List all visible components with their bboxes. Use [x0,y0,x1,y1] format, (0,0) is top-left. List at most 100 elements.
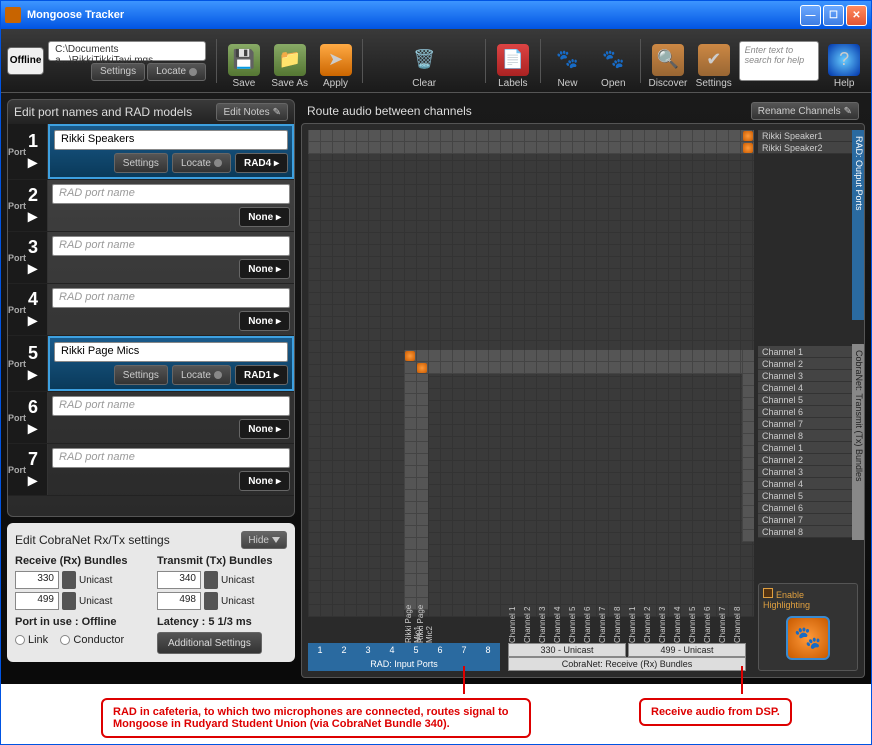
settings-button[interactable]: Settings [91,63,145,81]
input-port-tab[interactable]: 2 [332,643,356,657]
bundle-stepper[interactable] [204,592,218,610]
rx-channel-label: Channel 3 [538,603,547,643]
port-name-input[interactable]: Rikki Speakers [54,130,288,150]
close-button[interactable]: ✕ [846,5,867,26]
routing-matrix[interactable]: Rikki Speaker1Rikki Speaker2Channel 1Cha… [301,123,865,678]
input-port-tab[interactable]: 3 [356,643,380,657]
port-settings-button[interactable]: Settings [114,365,168,385]
bundle-number-input[interactable]: 340 [157,571,201,589]
tx-channel-label[interactable]: Channel 4 [758,382,858,394]
port-model-select[interactable]: None ▸ [239,311,290,331]
input-port-tab[interactable]: 7 [452,643,476,657]
tx-channel-label[interactable]: Channel 6 [758,406,858,418]
bundle-stepper[interactable] [62,571,76,589]
new-button[interactable]: 🐾New [547,33,589,89]
gear-icon: ✔ [698,44,730,76]
tx-channel-label[interactable]: Channel 1 [758,346,858,358]
output-channel-label[interactable]: Rikki Speaker2 [758,142,858,154]
input-port-tab[interactable]: 1 [308,643,332,657]
tx-channel-label[interactable]: Channel 3 [758,466,858,478]
file-path-input[interactable]: C:\Documents a...\RikkiTikkiTavi.mgs [48,41,206,61]
bundle-type-label: Unicast [221,575,254,586]
paw-button[interactable]: 🐾 [786,616,830,660]
edit-notes-button[interactable]: Edit Notes ✎ [216,103,288,121]
bundle-number-input[interactable]: 330 [15,571,59,589]
input-port-tab[interactable]: 8 [476,643,500,657]
apply-button[interactable]: ➤Apply [315,33,357,89]
port-row: Port1 ▸ Rikki Speakers Settings Locate R… [8,124,294,180]
bundle-stepper[interactable] [204,571,218,589]
locate-button[interactable]: Locate [147,63,206,81]
tx-channel-label[interactable]: Channel 7 [758,514,858,526]
port-model-select[interactable]: RAD1 ▸ [235,365,288,385]
output-ports-tab[interactable]: RAD: Output Ports [852,130,865,320]
port-model-select[interactable]: None ▸ [239,259,290,279]
route-point[interactable] [743,131,753,141]
bundle-number-input[interactable]: 499 [15,592,59,610]
tx-bundles-tab[interactable]: CobraNet: Transmit (Tx) Bundles [852,344,865,540]
port-name-input[interactable]: Rikki Page Mics [54,342,288,362]
rx-channel-label: Channel 2 [523,603,532,643]
hide-button[interactable]: Hide [241,531,287,549]
input-port-tab[interactable]: 6 [428,643,452,657]
bundle-stepper[interactable] [62,592,76,610]
clear-button[interactable]: 🗑️Clear [403,33,445,89]
additional-settings-button[interactable]: Additional Settings [157,632,262,654]
rx-channel-label: Channel 8 [733,603,742,643]
tx-channel-label[interactable]: Channel 1 [758,442,858,454]
tx-channel-label[interactable]: Channel 2 [758,358,858,370]
rx-channel-label: Channel 3 [658,603,667,643]
save-as-button[interactable]: 📁Save As [269,33,311,89]
port-model-select[interactable]: RAD4 ▸ [235,153,288,173]
minimize-button[interactable]: — [800,5,821,26]
tx-channel-label[interactable]: Channel 6 [758,502,858,514]
tx-channel-label[interactable]: Channel 8 [758,430,858,442]
tx-channel-label[interactable]: Channel 2 [758,454,858,466]
port-locate-button[interactable]: Locate [172,153,231,173]
discover-button[interactable]: 🔍Discover [647,33,689,89]
port-settings-button[interactable]: Settings [114,153,168,173]
port-name-input[interactable]: RAD port name [52,288,290,308]
help-icon: ? [828,44,860,76]
help-search-input[interactable]: Enter text to search for help [739,41,820,81]
maximize-button[interactable]: ☐ [823,5,844,26]
help-button[interactable]: ?Help [823,33,865,89]
output-channel-label[interactable]: Rikki Speaker1 [758,130,858,142]
port-model-select[interactable]: None ▸ [239,419,290,439]
route-point[interactable] [743,143,753,153]
rx-bundle-tab[interactable]: 330 - Unicast [508,643,626,657]
port-name-input[interactable]: RAD port name [52,236,290,256]
input-port-tab[interactable]: 4 [380,643,404,657]
port-model-select[interactable]: None ▸ [239,207,290,227]
enable-highlighting-checkbox[interactable] [763,588,773,598]
rx-bundle-tab[interactable]: 499 - Unicast [628,643,746,657]
tx-channel-label[interactable]: Channel 4 [758,478,858,490]
port-name-input[interactable]: RAD port name [52,184,290,204]
route-point[interactable] [405,351,415,361]
tx-channel-label[interactable]: Channel 7 [758,418,858,430]
settings2-button[interactable]: ✔Settings [693,33,735,89]
link-radio[interactable] [15,635,25,645]
input-port-tab[interactable]: 5 [404,643,428,657]
port-name-input[interactable]: RAD port name [52,448,290,468]
port-model-select[interactable]: None ▸ [239,471,290,491]
rx-channel-label: Channel 7 [718,603,727,643]
labels-button[interactable]: 📄Labels [492,33,534,89]
save-as-icon: 📁 [274,44,306,76]
tx-channel-label[interactable]: Channel 5 [758,490,858,502]
port-name-input[interactable]: RAD port name [52,396,290,416]
bundle-number-input[interactable]: 498 [157,592,201,610]
rx-channel-label: Channel 4 [553,603,562,643]
rename-channels-button[interactable]: Rename Channels ✎ [751,102,859,120]
tx-channel-label[interactable]: Channel 3 [758,370,858,382]
open-button[interactable]: 🐾Open [592,33,634,89]
route-title: Route audio between channels [307,104,472,118]
tx-channel-label[interactable]: Channel 8 [758,526,858,538]
port-row: Port3 ▸ RAD port name None ▸ [8,232,294,284]
port-number: Port6 ▸ [8,392,48,443]
route-point[interactable] [417,363,427,373]
tx-channel-label[interactable]: Channel 5 [758,394,858,406]
port-locate-button[interactable]: Locate [172,365,231,385]
save-button[interactable]: 💾Save [223,33,265,89]
conductor-radio[interactable] [60,635,70,645]
